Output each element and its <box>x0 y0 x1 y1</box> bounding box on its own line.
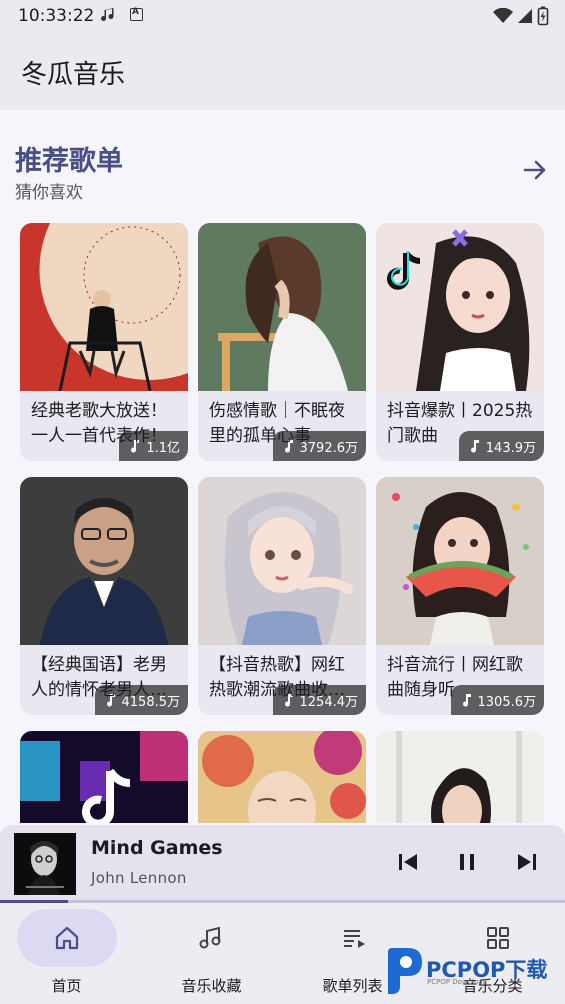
status-time: 10:33:22 <box>18 6 95 26</box>
music-notification-icon <box>101 8 114 21</box>
playlist-card[interactable] <box>198 731 366 823</box>
track-title: Mind Games <box>91 837 223 859</box>
playlist-title: 经典老歌大放送！一人一首代表作！ <box>31 401 167 446</box>
app-bar: 冬瓜音乐 <box>0 34 565 110</box>
playlist-cover <box>20 477 188 645</box>
watermark-logo-icon <box>388 948 422 994</box>
album-art <box>14 833 76 895</box>
nav-item-music-favorites[interactable]: 音乐收藏 <box>141 903 282 1004</box>
mini-player[interactable]: Mind Games John Lennon <box>0 825 565 901</box>
nav-item-home[interactable]: 首页 <box>0 903 141 1004</box>
playlist-title: 伤感情歌｜不眠夜里的孤单心事 <box>209 401 345 446</box>
playlist-cover <box>376 477 544 645</box>
playlist-cover <box>376 223 544 391</box>
watermark: PCPOP下载 PCPOP Download <box>384 944 565 1004</box>
playlist-icon <box>344 930 365 948</box>
playlist-title: 【经典国语】老男人的情怀老男人… <box>31 655 167 700</box>
playlist-card[interactable] <box>376 731 544 823</box>
playlist-cover <box>20 731 188 823</box>
pause-icon[interactable] <box>452 847 482 877</box>
playlist-cover <box>20 223 188 391</box>
playlist-card[interactable]: 1305.6万 抖音流行丨网红歌曲随身听 <box>376 477 544 715</box>
app-title: 冬瓜音乐 <box>21 60 126 90</box>
section-title: 推荐歌单 <box>15 146 123 177</box>
playlist-card[interactable]: 143.9万 抖音爆款丨2025热门歌曲 <box>376 223 544 461</box>
home-icon <box>55 926 79 950</box>
status-bar: 10:33:22 <box>0 0 565 34</box>
playlist-cover <box>198 223 366 391</box>
playlist-cover <box>198 731 366 823</box>
playlist-title: 抖音流行丨网红歌曲随身听 <box>387 655 523 700</box>
playlist-card[interactable]: 3792.6万 伤感情歌｜不眠夜里的孤单心事 <box>198 223 366 461</box>
wifi-icon <box>493 8 513 23</box>
playlist-title: 抖音爆款丨2025热门歌曲 <box>387 401 533 446</box>
status-indicators <box>493 6 549 26</box>
playlist-card[interactable] <box>20 731 188 823</box>
keyboard-notification-icon <box>130 7 143 21</box>
playlist-card[interactable]: 1.1亿 经典老歌大放送！一人一首代表作！ <box>20 223 188 461</box>
playlist-card[interactable]: 1254.4万 【抖音热歌】网红热歌潮流歌曲收… <box>198 477 366 715</box>
skip-previous-icon[interactable] <box>393 847 423 877</box>
cell-signal-icon <box>518 9 532 23</box>
arrow-right-icon[interactable] <box>521 156 549 184</box>
battery-icon <box>537 6 549 26</box>
music-note-icon <box>199 926 221 949</box>
track-artist: John Lennon <box>91 869 187 887</box>
playlist-title: 【抖音热歌】网红热歌潮流歌曲收… <box>209 655 345 700</box>
playlist-cover <box>198 477 366 645</box>
nav-label: 首页 <box>51 977 82 995</box>
playlist-grid: 1.1亿 经典老歌大放送！一人一首代表作！ 3792.6万 伤感情歌｜不眠夜里的… <box>20 223 546 823</box>
watermark-subtext: PCPOP Download <box>427 978 488 986</box>
section-subtitle: 猜你喜欢 <box>15 183 83 203</box>
nav-label: 音乐收藏 <box>181 977 242 995</box>
skip-next-icon[interactable] <box>512 847 542 877</box>
playlist-cover <box>376 731 544 823</box>
playlist-card[interactable]: 4158.5万 【经典国语】老男人的情怀老男人… <box>20 477 188 715</box>
